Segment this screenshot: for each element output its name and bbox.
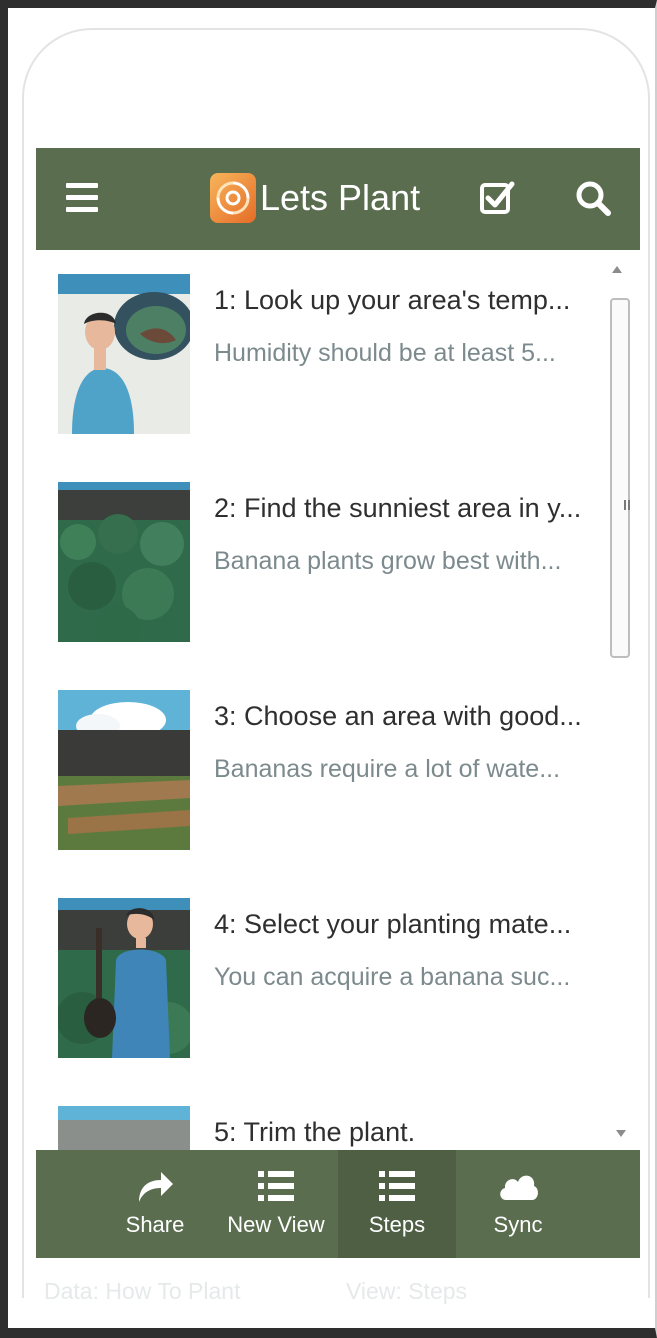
scroll-thumb[interactable] [610, 298, 630, 658]
step-2-thumbnail [58, 482, 190, 642]
steps-label: Steps [368, 1212, 426, 1237]
step-description: Banana plants grow best with... [214, 547, 562, 575]
share-label: Share [125, 1212, 185, 1237]
steps-button[interactable]: Steps [338, 1150, 456, 1258]
checkbox-icon[interactable] [479, 178, 515, 216]
scroll-grip-icon [624, 500, 630, 510]
new-view-label: New View [227, 1212, 325, 1237]
step-title: 1: Look up your area's temp... [214, 285, 571, 315]
app-title: Lets Plant [260, 177, 421, 218]
list-icon [377, 1168, 417, 1208]
bottom-navigation: Share New View Steps Sync [36, 1150, 640, 1258]
step-description: You can acquire a banana suc... [214, 963, 571, 991]
scroll-down-arrow-icon[interactable] [616, 1130, 626, 1137]
footer-status: Data: How To Plant View: Steps [44, 1278, 604, 1312]
share-button[interactable]: Share [96, 1150, 214, 1258]
scroll-up-arrow-icon[interactable] [612, 266, 622, 273]
list-item[interactable]: 1: Look up your area's temp... Humidity … [36, 252, 610, 434]
step-description: Humidity should be at least 5... [214, 339, 556, 367]
data-source-label: Data: How To Plant [44, 1278, 241, 1304]
step-5-thumbnail [58, 1106, 190, 1150]
step-title: 5: Trim the plant. [214, 1117, 416, 1147]
step-title: 3: Choose an area with good... [214, 701, 582, 731]
list-item[interactable]: 3: Choose an area with good... Bananas r… [36, 668, 610, 850]
app-header: Lets Plant [36, 148, 640, 250]
hamburger-menu-icon[interactable] [66, 183, 98, 213]
step-title: 4: Select your planting mate... [214, 909, 572, 939]
step-1-thumbnail [58, 274, 190, 434]
search-icon[interactable] [573, 178, 613, 218]
app-logo-icon [210, 173, 256, 223]
step-3-thumbnail [58, 690, 190, 850]
current-view-label: View: Steps [346, 1278, 468, 1304]
step-description: Bananas require a lot of wate... [214, 755, 561, 783]
sync-button[interactable]: Sync [459, 1150, 577, 1258]
cloud-icon [496, 1168, 540, 1208]
share-arrow-icon [135, 1168, 175, 1208]
list-item[interactable]: 4: Select your planting mate... You can … [36, 876, 610, 1058]
list-item[interactable]: 5: Trim the plant. [36, 1084, 610, 1150]
step-4-thumbnail [58, 898, 190, 1058]
steps-list[interactable]: 1: Look up your area's temp... Humidity … [36, 252, 640, 1150]
new-view-button[interactable]: New View [217, 1150, 335, 1258]
list-icon [256, 1168, 296, 1208]
list-scrollbar[interactable] [608, 262, 636, 1150]
list-item[interactable]: 2: Find the sunniest area in y... Banana… [36, 460, 610, 642]
sync-label: Sync [493, 1212, 543, 1237]
step-title: 2: Find the sunniest area in y... [214, 493, 582, 523]
